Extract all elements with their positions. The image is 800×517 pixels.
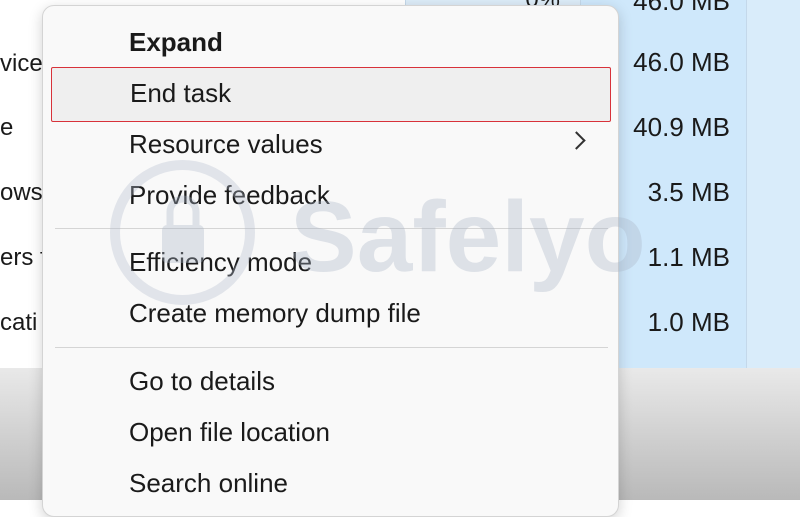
menu-item-label: Expand xyxy=(129,27,223,57)
menu-item-label: Provide feedback xyxy=(129,180,330,210)
menu-item-label: Create memory dump file xyxy=(129,298,421,328)
menu-item-label: End task xyxy=(130,78,232,108)
menu-item-efficiency-mode[interactable]: Efficiency mode xyxy=(51,238,611,286)
menu-divider xyxy=(55,347,608,348)
menu-item-label: Open file location xyxy=(129,417,330,447)
menu-item-provide-feedback[interactable]: Provide feedback xyxy=(51,171,611,219)
menu-divider xyxy=(55,228,608,229)
menu-item-create-memory-dump[interactable]: Create memory dump file xyxy=(51,289,611,337)
chevron-right-icon xyxy=(567,131,586,150)
menu-item-go-to-details[interactable]: Go to details xyxy=(51,357,611,405)
menu-item-resource-values[interactable]: Resource values xyxy=(51,120,611,168)
column-background-right xyxy=(746,0,800,368)
menu-item-label: Resource values xyxy=(129,129,323,159)
menu-item-expand[interactable]: Expand xyxy=(51,18,611,66)
context-menu: Expand End task Resource values Provide … xyxy=(42,5,619,517)
menu-item-label: Go to details xyxy=(129,366,275,396)
menu-item-end-task[interactable]: End task xyxy=(51,67,611,122)
menu-item-label: Efficiency mode xyxy=(129,247,313,277)
menu-item-open-file-location[interactable]: Open file location xyxy=(51,408,611,456)
column-separator xyxy=(746,0,747,368)
